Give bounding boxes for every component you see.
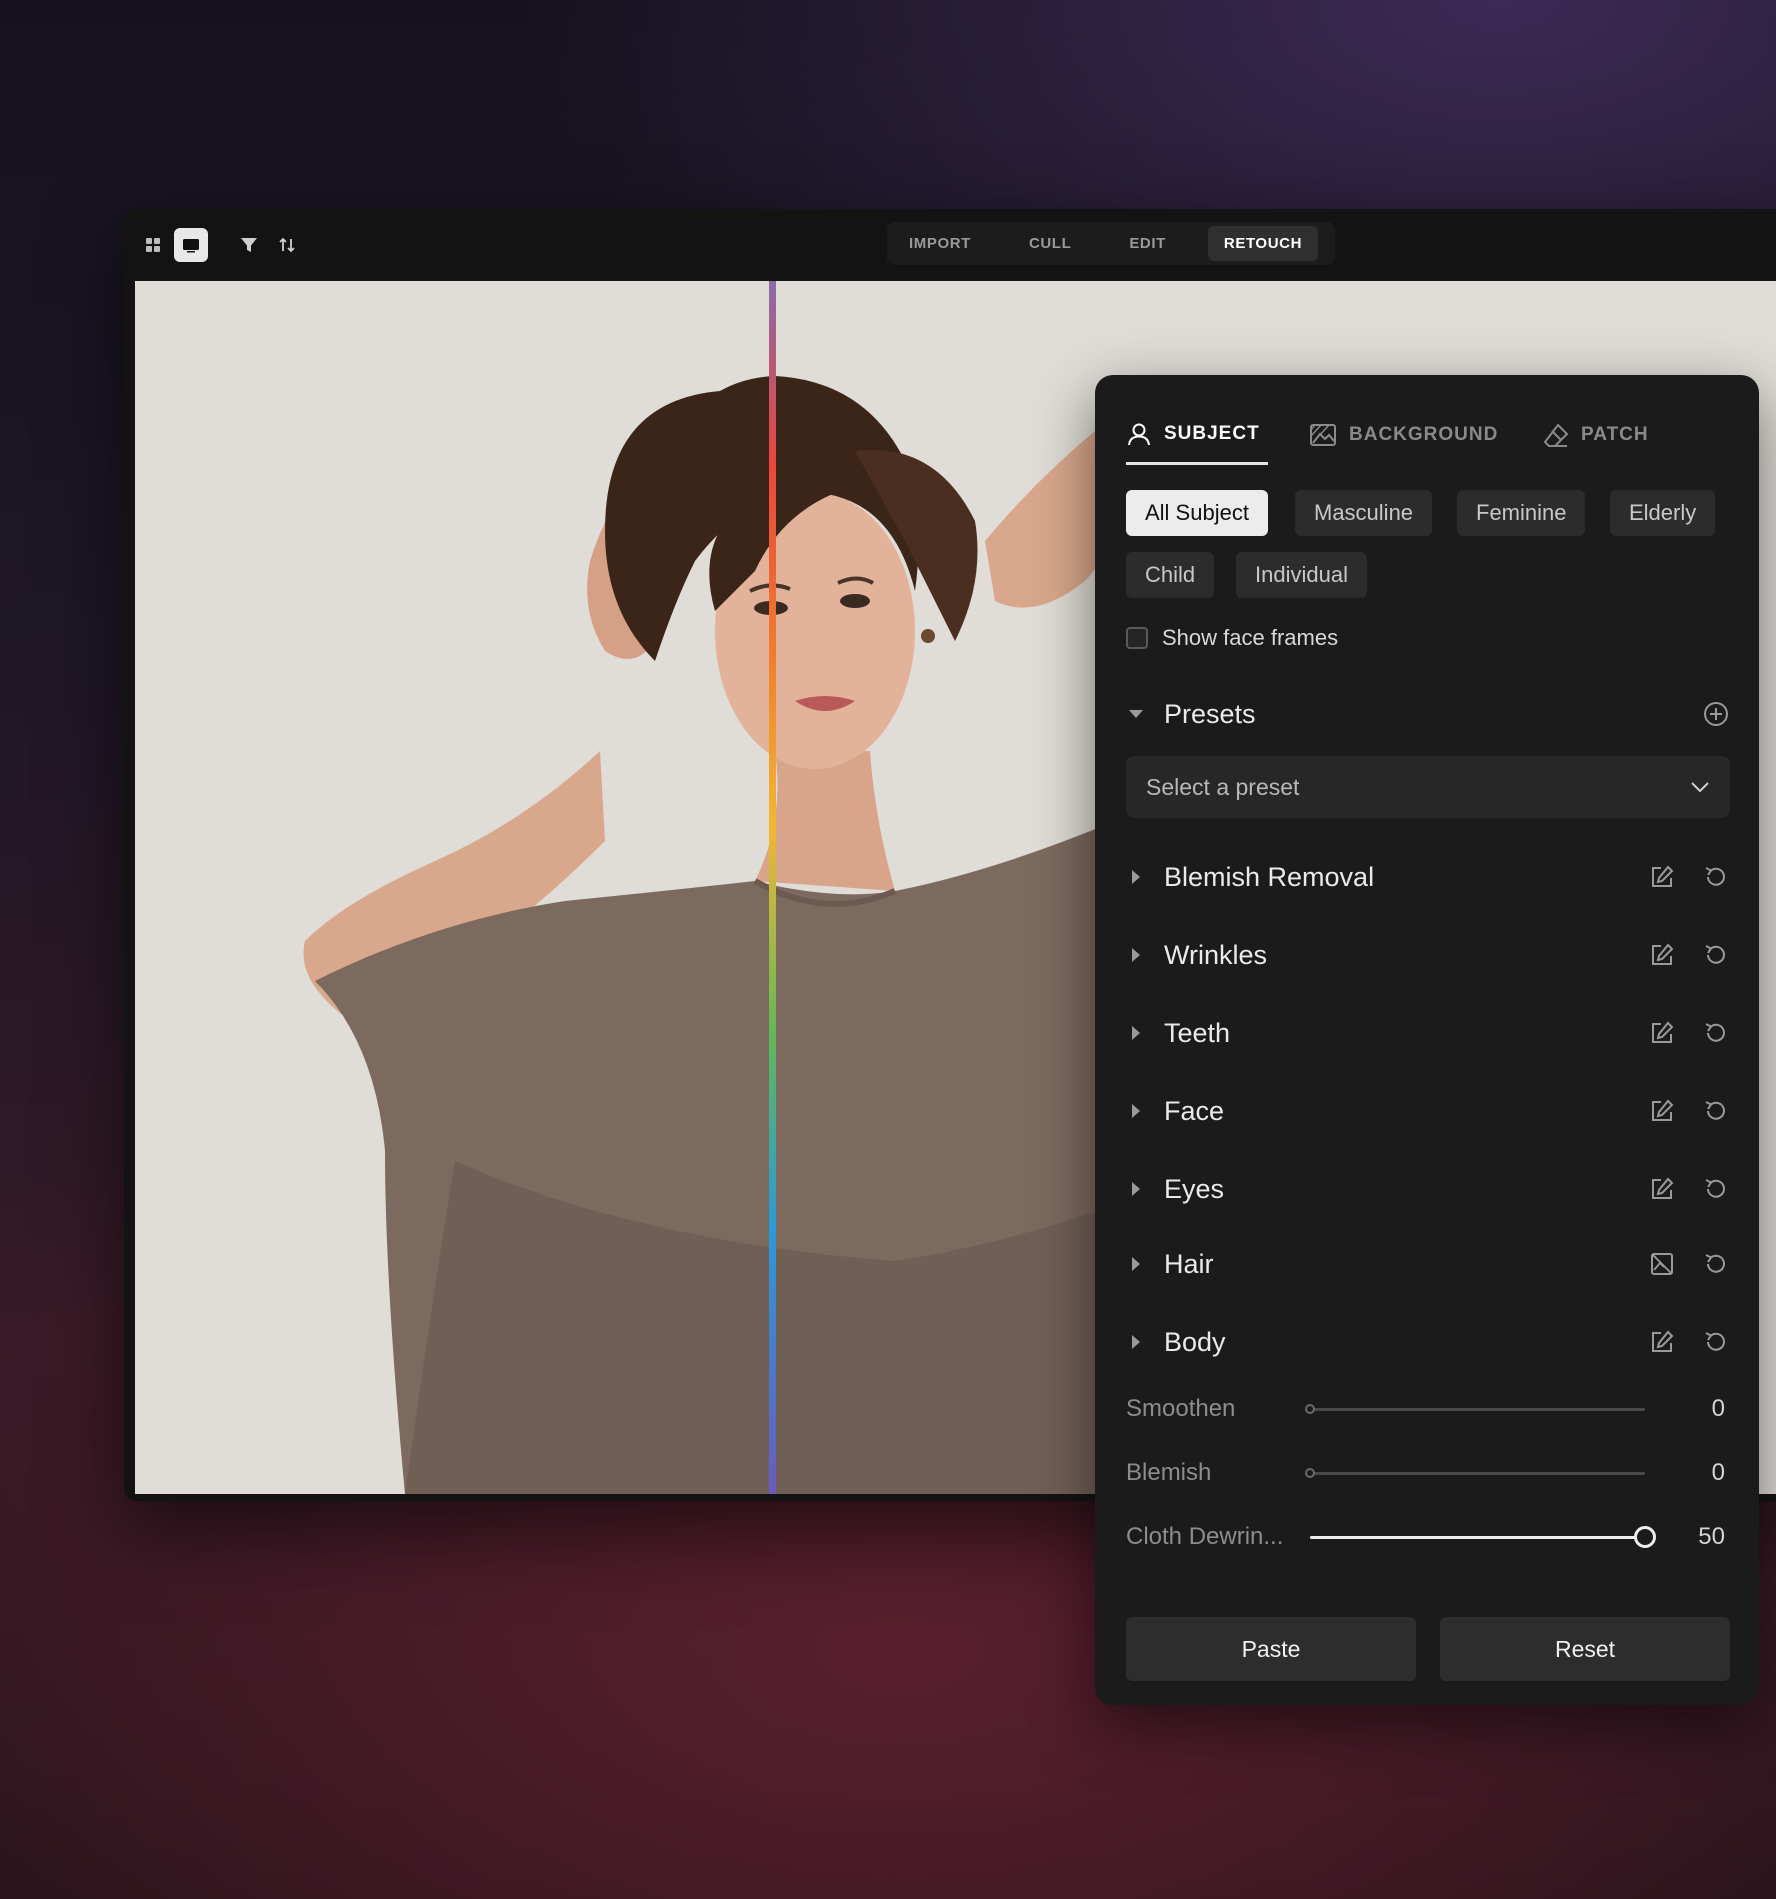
grid-view-button[interactable] — [136, 228, 170, 262]
chip-all-subject[interactable]: All Subject — [1126, 490, 1268, 536]
slider-blemish: Blemish 0 — [1126, 1453, 1730, 1493]
edit-icon[interactable] — [1648, 1097, 1676, 1125]
section-label: Body — [1164, 1326, 1226, 1357]
section-label: Wrinkles — [1164, 939, 1268, 970]
section-blemish-removal[interactable]: Blemish Removal — [1126, 852, 1730, 902]
caret-right-icon — [1126, 1332, 1146, 1352]
single-view-button[interactable] — [174, 228, 208, 262]
caret-right-icon — [1126, 1254, 1146, 1274]
slider-value: 0 — [1711, 1459, 1725, 1486]
section-wrinkles[interactable]: Wrinkles — [1126, 930, 1730, 980]
sort-button[interactable] — [270, 228, 304, 262]
mode-cull[interactable]: CULL — [1013, 226, 1087, 261]
slider-label: Smoothen — [1126, 1395, 1236, 1422]
eraser-icon — [1543, 423, 1569, 447]
tab-subject-label: SUBJECT — [1164, 422, 1260, 444]
section-teeth[interactable]: Teeth — [1126, 1008, 1730, 1058]
chip-elderly[interactable]: Elderly — [1610, 490, 1716, 536]
undo-icon[interactable] — [1702, 941, 1730, 969]
single-view-icon — [183, 239, 199, 253]
slider-label: Cloth Dewrin... — [1126, 1523, 1284, 1550]
slider-track[interactable] — [1305, 1404, 1645, 1414]
edit-icon[interactable] — [1648, 941, 1676, 969]
chevron-down-icon — [1691, 782, 1709, 793]
slider-fill — [1310, 1536, 1645, 1539]
mode-import[interactable]: IMPORT — [893, 226, 987, 261]
chip-child[interactable]: Child — [1126, 552, 1215, 598]
tab-background[interactable]: BACKGROUND — [1309, 405, 1498, 465]
edit-icon[interactable] — [1648, 1175, 1676, 1203]
before-after-split-line[interactable] — [769, 281, 776, 1494]
show-face-frames-checkbox[interactable] — [1126, 627, 1148, 649]
caret-down-icon — [1126, 704, 1146, 724]
reset-button[interactable]: Reset — [1440, 1617, 1730, 1681]
edit-icon[interactable] — [1648, 1328, 1676, 1356]
undo-icon[interactable] — [1702, 1097, 1730, 1125]
section-face[interactable]: Face — [1126, 1086, 1730, 1136]
section-label: Eyes — [1164, 1173, 1225, 1204]
preset-select-placeholder: Select a preset — [1146, 773, 1300, 800]
sort-icon — [279, 237, 295, 253]
slider-smoothen: Smoothen 0 — [1126, 1389, 1730, 1429]
slider-value: 50 — [1698, 1523, 1725, 1550]
section-label: Teeth — [1164, 1017, 1231, 1048]
tab-patch-label: PATCH — [1581, 424, 1649, 445]
chip-feminine[interactable]: Feminine — [1457, 490, 1586, 536]
mode-switcher: IMPORT CULL EDIT RETOUCH — [887, 222, 1335, 265]
chip-masculine[interactable]: Masculine — [1295, 490, 1433, 536]
presets-title: Presets — [1164, 698, 1256, 729]
preset-select[interactable]: Select a preset — [1126, 756, 1730, 818]
undo-icon[interactable] — [1702, 1175, 1730, 1203]
filter-icon — [241, 238, 257, 252]
show-face-frames-label: Show face frames — [1162, 625, 1339, 650]
slider-thumb[interactable] — [1305, 1468, 1315, 1478]
caret-right-icon — [1126, 945, 1146, 965]
section-label: Face — [1164, 1095, 1225, 1126]
slider-thumb[interactable] — [1634, 1526, 1656, 1548]
undo-icon[interactable] — [1702, 863, 1730, 891]
slider-thumb[interactable] — [1305, 1404, 1315, 1414]
mode-retouch[interactable]: RETOUCH — [1207, 226, 1319, 261]
slider-track[interactable] — [1305, 1468, 1645, 1478]
person-icon — [1128, 423, 1150, 445]
section-eyes[interactable]: Eyes — [1126, 1164, 1730, 1214]
slider-cloth-dewrinkle: Cloth Dewrin... 50 — [1126, 1517, 1730, 1557]
caret-right-icon — [1126, 1023, 1146, 1043]
chip-individual[interactable]: Individual — [1236, 552, 1367, 598]
caret-right-icon — [1126, 1101, 1146, 1121]
edit-icon[interactable] — [1648, 863, 1676, 891]
retouch-panel: SUBJECT BACKGROUND PATCH All Subject Mas… — [1095, 375, 1759, 1705]
slider-label: Blemish — [1126, 1459, 1212, 1486]
tab-subject[interactable]: SUBJECT — [1126, 405, 1268, 465]
section-label: Hair — [1164, 1248, 1214, 1279]
undo-icon[interactable] — [1702, 1328, 1730, 1356]
undo-icon[interactable] — [1702, 1250, 1730, 1278]
edit-icon[interactable] — [1648, 1019, 1676, 1047]
section-hair[interactable]: Hair — [1126, 1239, 1730, 1289]
image-off-icon[interactable] — [1648, 1250, 1676, 1278]
caret-right-icon — [1126, 1179, 1146, 1199]
image-icon — [1310, 424, 1336, 446]
filter-button[interactable] — [232, 228, 266, 262]
top-toolbar: IMPORT CULL EDIT RETOUCH — [124, 209, 1776, 281]
plus-circle-icon[interactable] — [1702, 700, 1730, 728]
grid-icon — [146, 238, 160, 252]
slider-value: 0 — [1711, 1395, 1725, 1422]
undo-icon[interactable] — [1702, 1019, 1730, 1047]
mode-edit[interactable]: EDIT — [1113, 226, 1182, 261]
caret-right-icon — [1126, 867, 1146, 887]
section-body[interactable]: Body — [1126, 1317, 1730, 1367]
show-face-frames-row[interactable]: Show face frames — [1126, 625, 1338, 651]
tab-background-label: BACKGROUND — [1349, 424, 1499, 445]
paste-button[interactable]: Paste — [1126, 1617, 1416, 1681]
panel-tabs: SUBJECT BACKGROUND PATCH — [1126, 405, 1726, 465]
presets-header[interactable]: Presets — [1126, 689, 1730, 739]
section-label: Blemish Removal — [1164, 861, 1375, 892]
tab-patch[interactable]: PATCH — [1543, 405, 1649, 465]
slider-track[interactable] — [1310, 1526, 1656, 1548]
